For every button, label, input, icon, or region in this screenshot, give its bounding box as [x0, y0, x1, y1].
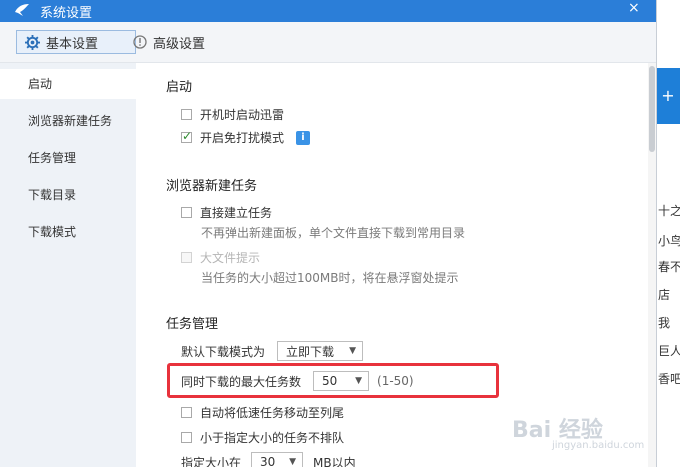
checkbox-box[interactable] — [181, 407, 192, 418]
background-blue-panel: + — [656, 68, 680, 124]
settings-dialog: 系统设置 × 基本设置 高级设置 启动 浏览器新建任务 任务管理 下载目录 下载… — [0, 0, 657, 467]
checkbox-box[interactable] — [181, 109, 192, 120]
chevron-down-icon: ▼ — [349, 346, 357, 356]
select-value: 50 — [322, 374, 338, 388]
slow-to-end-checkbox[interactable]: 自动将低速任务移动至列尾 — [181, 404, 344, 421]
checkbox-label: 直接建立任务 — [200, 206, 273, 220]
default-mode-select[interactable]: 立即下载 ▼ — [277, 341, 364, 361]
launch-on-boot-checkbox[interactable]: 开机时启动迅雷 — [181, 106, 284, 123]
close-icon[interactable]: × — [628, 0, 640, 16]
scrollbar-thumb[interactable] — [649, 66, 655, 152]
background-text: 春不泪 — [658, 260, 680, 274]
checkbox-label: 自动将低速任务移动至列尾 — [200, 406, 345, 420]
checkbox-box[interactable] — [181, 207, 192, 218]
size-unit-label: MB以内 — [313, 455, 356, 467]
window-title: 系统设置 — [40, 6, 93, 21]
section-title-browser-task: 浏览器新建任务 — [166, 179, 258, 194]
max-tasks-select[interactable]: 50 ▼ — [313, 371, 370, 391]
section-title-task-management: 任务管理 — [166, 317, 219, 332]
small-no-queue-checkbox[interactable]: 小于指定大小的任务不排队 — [181, 429, 344, 446]
info-icon[interactable]: i — [296, 130, 311, 145]
sidebar-item-startup[interactable]: 启动 — [0, 69, 136, 99]
direct-create-checkbox[interactable]: 直接建立任务 — [181, 204, 272, 221]
default-mode-row: 默认下载模式为 立即下载 ▼ — [181, 341, 364, 361]
info-circle-icon — [133, 35, 147, 49]
checkbox-box[interactable] — [181, 129, 192, 143]
title-bar[interactable]: 系统设置 × — [0, 0, 656, 22]
tab-bar: 基本设置 高级设置 — [0, 22, 656, 63]
checkbox-label: 大文件提示 — [200, 251, 261, 265]
sidebar-item-browser-task[interactable]: 浏览器新建任务 — [0, 106, 136, 136]
background-text: 店 — [658, 288, 671, 302]
direct-create-description: 不再弹出新建面板，单个文件直接下载到常用目录 — [201, 226, 466, 240]
section-title-startup: 启动 — [166, 80, 193, 95]
size-limit-select[interactable]: 30 ▼ — [251, 452, 304, 467]
tab-label: 高级设置 — [153, 36, 206, 52]
tab-label: 基本设置 — [46, 36, 99, 52]
gear-icon — [25, 34, 40, 50]
select-value: 立即下载 — [286, 344, 335, 359]
checkbox-box — [181, 252, 192, 263]
checkbox-box[interactable] — [181, 432, 192, 443]
checkbox-label: 开机时启动迅雷 — [200, 108, 285, 122]
bird-logo-icon — [15, 4, 29, 16]
max-tasks-row: 同时下载的最大任务数 50 ▼ (1-50) — [181, 371, 414, 391]
big-file-hint-checkbox: 大文件提示 — [181, 249, 260, 266]
watermark-url: jingyan.baidu.com — [552, 440, 645, 451]
select-value: 30 — [260, 455, 276, 467]
max-tasks-label: 同时下载的最大任务数 — [181, 374, 302, 389]
background-text: 十之耶 — [658, 204, 680, 218]
background-text: 巨人 — [658, 344, 680, 358]
tab-basic-settings[interactable]: 基本设置 — [16, 30, 136, 54]
checkbox-label: 小于指定大小的任务不排队 — [200, 431, 345, 445]
background-text: 香吧 — [658, 372, 680, 386]
sidebar-item-task-management[interactable]: 任务管理 — [0, 143, 136, 173]
checkbox-label: 开启免打扰模式 — [200, 131, 285, 145]
background-text: 我 — [658, 316, 671, 330]
size-limit-row: 指定大小在 30 ▼ MB以内 — [181, 452, 356, 467]
big-file-hint-description: 当任务的大小超过100MB时，将在悬浮窗处提示 — [201, 271, 459, 285]
sidebar-item-download-mode[interactable]: 下载模式 — [0, 217, 136, 247]
tab-advanced-settings[interactable]: 高级设置 — [133, 30, 243, 54]
chevron-down-icon: ▼ — [355, 376, 363, 386]
size-limit-label: 指定大小在 — [181, 455, 242, 467]
default-mode-label: 默认下载模式为 — [181, 344, 266, 359]
settings-sidebar: 启动 浏览器新建任务 任务管理 下载目录 下载模式 — [0, 63, 136, 467]
max-tasks-range: (1-50) — [377, 374, 414, 388]
background-text: 小鸟 — [658, 234, 680, 248]
dnd-mode-checkbox[interactable]: 开启免打扰模式 i — [181, 129, 311, 146]
chevron-down-icon: ▼ — [289, 457, 297, 467]
sidebar-item-download-directory[interactable]: 下载目录 — [0, 180, 136, 210]
